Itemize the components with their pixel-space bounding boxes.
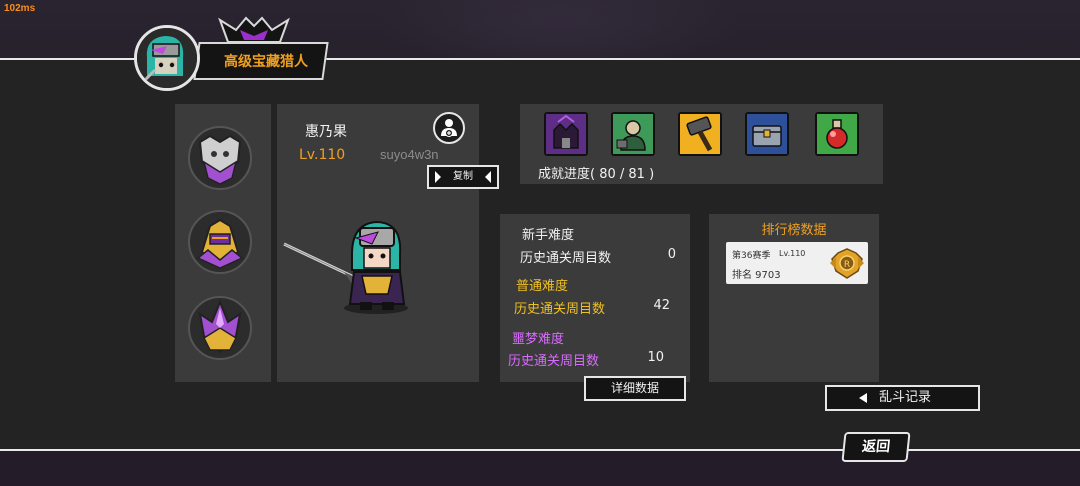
novice-clears-label: 历史通关周目数 <box>520 251 612 266</box>
leaderboard-panel: 排行榜数据 第36赛季 Lv.110 排名 9703 R <box>709 214 879 382</box>
achievement-progress: 成就进度( 80 / 81 ) <box>538 167 655 182</box>
treasure-chest-icon <box>747 114 787 154</box>
normal-clears-label: 历史通关周目数 <box>514 302 606 317</box>
copy-button-label: 复制 <box>453 171 473 182</box>
leaderboard-level: Lv.110 <box>779 249 806 258</box>
achievements-panel: 成就进度( 80 / 81 ) <box>520 104 883 184</box>
arrow-left-icon <box>485 171 491 183</box>
arrow-left-icon <box>859 393 867 403</box>
brawl-record-button[interactable]: 乱斗记录 <box>825 385 980 411</box>
fps-counter: 102ms <box>4 3 36 14</box>
medal-column <box>175 104 271 382</box>
green-shopkeeper-icon <box>613 114 653 154</box>
add-friend-icon <box>441 119 457 137</box>
nightmare-difficulty-title: 噩梦难度 <box>512 332 565 347</box>
novice-clears-value: 0 <box>667 247 676 262</box>
svg-text:R: R <box>844 260 850 270</box>
nightmare-clears-label: 历史通关周目数 <box>508 354 600 369</box>
medal-slot-3[interactable] <box>188 296 252 360</box>
nightmare-clears-value: 10 <box>647 350 664 365</box>
achievement-slot-5[interactable] <box>815 112 859 156</box>
player-level: Lv.110 <box>299 147 346 163</box>
leaderboard-season: 第36赛季 <box>732 251 771 261</box>
medal-slot-1[interactable] <box>188 126 252 190</box>
purple-crystal-medal-icon <box>198 299 242 354</box>
back-button[interactable]: 返回 <box>841 432 911 462</box>
medal-slot-2[interactable] <box>188 210 252 274</box>
gold-knight-helmet-medal-icon <box>196 218 244 269</box>
achievement-slot-3[interactable] <box>678 112 722 156</box>
normal-difficulty-title: 普通难度 <box>516 279 569 294</box>
normal-clears-value: 42 <box>653 298 670 313</box>
copy-id-button[interactable]: 复制 <box>427 165 499 189</box>
gold-rank-badge-icon: R <box>830 248 864 279</box>
player-name: 惠乃果 <box>305 124 347 140</box>
brawl-record-label: 乱斗记录 <box>879 390 932 405</box>
achievement-slot-1[interactable] <box>544 112 588 156</box>
player-id: suyo4w3n <box>380 147 439 162</box>
achievement-slot-4[interactable] <box>745 112 789 156</box>
player-character-sprite <box>283 220 408 314</box>
novice-difficulty-title: 新手难度 <box>522 228 575 243</box>
leaderboard-season-card[interactable]: 第36赛季 Lv.110 排名 9703 R <box>726 242 868 284</box>
red-potion-icon <box>817 114 857 154</box>
player-avatar[interactable] <box>134 25 200 91</box>
leaderboard-title: 排行榜数据 <box>761 223 827 238</box>
difficulty-stats-panel: 新手难度 历史通关周目数 0 普通难度 历史通关周目数 42 噩梦难度 历史通关… <box>500 214 690 382</box>
leaderboard-rank: 排名 9703 <box>732 270 781 281</box>
hammer-icon <box>680 114 720 154</box>
add-friend-button[interactable] <box>433 112 465 144</box>
player-avatar-icon <box>137 28 197 88</box>
arrow-right-icon <box>435 171 441 183</box>
achievement-slot-2[interactable] <box>611 112 655 156</box>
player-title: 高级宝藏猎人 <box>224 54 308 70</box>
dark-castle-icon <box>546 114 586 154</box>
silver-skull-medal-icon <box>198 134 242 185</box>
detail-data-button[interactable]: 详细数据 <box>584 376 686 401</box>
